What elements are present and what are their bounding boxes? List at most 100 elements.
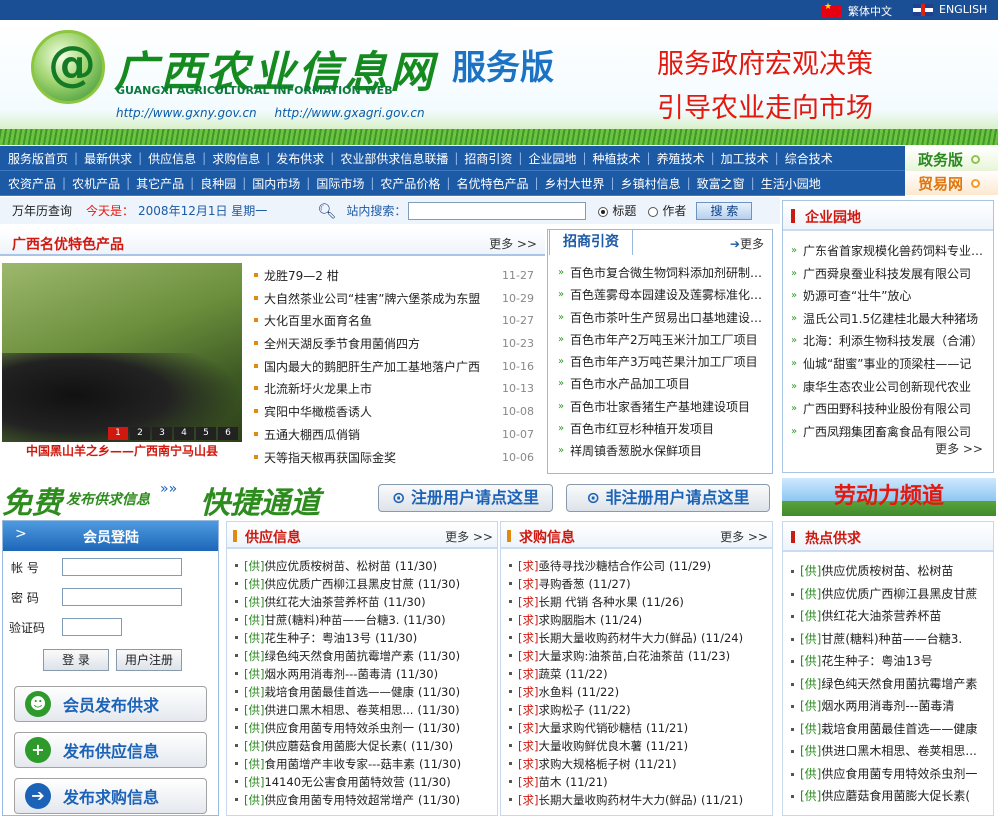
radio-author[interactable] <box>648 206 659 217</box>
investment-item[interactable]: » 百色市茶叶生产贸易出口基地建设项目 <box>558 307 766 329</box>
photo-page-button[interactable]: 1 <box>108 427 128 440</box>
site-logo-icon[interactable] <box>31 30 105 104</box>
nav-item[interactable]: 国内市场 <box>252 175 300 192</box>
investment-item[interactable]: » 百色市年产2万吨玉米汁加工厂项目 <box>558 329 766 351</box>
featured-item[interactable]: 大化百里水面育名鱼 10-27 <box>254 310 534 333</box>
supply-item[interactable]: [供]供应食用菌专用特效杀虫剂一 (11/30) <box>235 719 493 737</box>
register-button[interactable]: 用户注册 <box>116 649 182 671</box>
publish-supply-button[interactable]: + 发布供应信息 <box>14 732 207 768</box>
demand-item[interactable]: [求]长期大量收购药材牛大力(鲜品) (11/21) <box>509 791 769 809</box>
supply-item[interactable]: [供]供应优质桉树苗、松树苗 (11/30) <box>235 557 493 575</box>
demand-item[interactable]: [求]蔬菜 (11/22) <box>509 665 769 683</box>
investment-item[interactable]: » 百色市壮家香猪生产基地建设项目 <box>558 396 766 418</box>
nav-item[interactable]: 综合技术 <box>785 150 833 167</box>
hot-item[interactable]: [供]烟水两用消毒剂---菌毒清 <box>791 695 989 718</box>
featured-photo[interactable]: 123456 <box>2 263 242 459</box>
unregistered-user-button[interactable]: ⊙ 非注册用户请点这里 <box>566 484 770 512</box>
demand-item[interactable]: [求]苗木 (11/21) <box>509 773 769 791</box>
demand-item[interactable]: [求]亟待寻找沙糖桔合作公司 (11/29) <box>509 557 769 575</box>
nav-item[interactable]: 乡镇村信息 <box>621 175 681 192</box>
supply-item[interactable]: [供]14140无公害食用菌特效营 (11/30) <box>235 773 493 791</box>
hot-item[interactable]: [供]供应食用菌专用特效杀虫剂一 <box>791 763 989 786</box>
registered-user-button[interactable]: ⊙ 注册用户请点这里 <box>378 484 553 512</box>
nav-item[interactable]: 招商引资 <box>464 150 512 167</box>
gov-edition-link[interactable]: 政务版 <box>905 147 998 171</box>
photo-page-button[interactable]: 4 <box>174 427 194 440</box>
enterprise-item[interactable]: » 温氏公司1.5亿建桂北最大种猪场 <box>791 308 988 331</box>
supply-item[interactable]: [供]供进口黑木相思、卷荚相思... (11/30) <box>235 701 493 719</box>
featured-item[interactable]: 国内最大的鹅肥肝生产加工基地落户广西 10-16 <box>254 356 534 379</box>
hot-item[interactable]: [供]供应优质桉树苗、松树苗 <box>791 560 989 583</box>
nav-item[interactable]: 致富之窗 <box>697 175 745 192</box>
nav-item[interactable]: 求购信息 <box>212 150 260 167</box>
featured-item[interactable]: 天等指天椒再获国际金奖 10-06 <box>254 447 534 470</box>
nav-item[interactable]: 农业部供求信息联播 <box>340 150 448 167</box>
brand-url-1[interactable]: http://www.gxny.gov.cn <box>116 106 257 120</box>
labor-channel-banner[interactable]: 劳动力频道 <box>782 478 996 516</box>
nav-item[interactable]: 良种园 <box>200 175 236 192</box>
supply-item[interactable]: [供]甘蔗(糖料)种苗——台糖3. (11/30) <box>235 611 493 629</box>
demand-item[interactable]: [求]大量收购鲜优良木薯 (11/21) <box>509 737 769 755</box>
tab-investment[interactable]: 招商引资 <box>549 229 633 255</box>
supply-item[interactable]: [供]栽培食用菌最佳首选——健康 (11/30) <box>235 683 493 701</box>
photo-page-button[interactable]: 2 <box>130 427 150 440</box>
lang-traditional-link[interactable]: 繁体中文 <box>822 2 892 19</box>
enterprise-more-link[interactable]: 更多 >> <box>935 440 983 457</box>
free-channel-banner[interactable]: 免费 发布供求信息 »» 快捷通道 <box>0 478 375 521</box>
featured-item[interactable]: 五通大棚西瓜俏销 10-07 <box>254 424 534 447</box>
trade-network-link[interactable]: 贸易网 <box>905 171 998 195</box>
demand-item[interactable]: [求]求购松子 (11/22) <box>509 701 769 719</box>
nav-item[interactable]: 企业园地 <box>528 150 576 167</box>
supply-item[interactable]: [供]花生种子：粤油13号 (11/30) <box>235 629 493 647</box>
photo-page-button[interactable]: 3 <box>152 427 172 440</box>
hot-item[interactable]: [供]绿色纯天然食用菌抗霉增产素 <box>791 673 989 696</box>
supply-item[interactable]: [供]烟水两用消毒剂---菌毒清 (11/30) <box>235 665 493 683</box>
featured-item[interactable]: 大自然茶业公司“桂害”牌六堡茶成为东盟 10-29 <box>254 288 534 311</box>
demand-item[interactable]: [求]水鱼料 (11/22) <box>509 683 769 701</box>
hot-item[interactable]: [供]供进口黑木相思、卷荚相思... <box>791 740 989 763</box>
nav-item[interactable]: 加工技术 <box>721 150 769 167</box>
captcha-input[interactable] <box>62 618 122 636</box>
nav-item[interactable]: 名优特色产品 <box>456 175 528 192</box>
hot-item[interactable]: [供]供应蘑菇食用菌膨大促长素( <box>791 785 989 808</box>
featured-item[interactable]: 龙胜79—2 柑 11-27 <box>254 265 534 288</box>
supply-item[interactable]: [供]食用菌增产丰收专家---菇丰素 (11/30) <box>235 755 493 773</box>
demand-item[interactable]: [求]大量求购代销砂糖桔 (11/21) <box>509 719 769 737</box>
member-publish-button[interactable]: ☻ 会员发布供求 <box>14 686 207 722</box>
enterprise-item[interactable]: » 仙城“甜蜜”事业的顶梁柱——记 <box>791 353 988 376</box>
supply-item[interactable]: [供]绿色纯天然食用菌抗霉增产素 (11/30) <box>235 647 493 665</box>
supply-item[interactable]: [供]供红花大油茶营养杯苗 (11/30) <box>235 593 493 611</box>
lang-english-link[interactable]: ENGLISH <box>913 3 987 16</box>
demand-item[interactable]: [求]长期 代销 各种水果 (11/26) <box>509 593 769 611</box>
hot-item[interactable]: [供]供红花大油茶营养杯苗 <box>791 605 989 628</box>
nav-item[interactable]: 服务版首页 <box>8 150 68 167</box>
enterprise-item[interactable]: » 康华生态农业公司创新现代农业 <box>791 376 988 399</box>
demand-item[interactable]: [求]寻购香葱 (11/27) <box>509 575 769 593</box>
publish-demand-button[interactable]: ➔ 发布求购信息 <box>14 778 207 814</box>
photo-page-button[interactable]: 5 <box>196 427 216 440</box>
enterprise-item[interactable]: » 北海：利添生物科技发展（合浦） <box>791 330 988 353</box>
demand-item[interactable]: [求]长期大量收购药材牛大力(鲜品) (11/24) <box>509 629 769 647</box>
demand-item[interactable]: [求]求购大规格栀子树 (11/21) <box>509 755 769 773</box>
username-input[interactable] <box>62 558 182 576</box>
nav-item[interactable]: 种植技术 <box>593 150 641 167</box>
investment-item[interactable]: » 百色市水产品加工项目 <box>558 373 766 395</box>
nav-item[interactable]: 农机产品 <box>72 175 120 192</box>
enterprise-item[interactable]: » 广东省首家规模化兽药饲料专业市场 <box>791 240 988 263</box>
search-button[interactable]: 搜 索 <box>696 201 753 220</box>
nav-item[interactable]: 国际市场 <box>316 175 364 192</box>
demand-item[interactable]: [求]求购胭脂木 (11/24) <box>509 611 769 629</box>
nav-item[interactable]: 农资产品 <box>8 175 56 192</box>
hot-item[interactable]: [供]供应优质广西柳江县黑皮甘蔗 <box>791 583 989 606</box>
login-button[interactable]: 登 录 <box>43 649 109 671</box>
hot-item[interactable]: [供]栽培食用菌最佳首选——健康 <box>791 718 989 741</box>
featured-more-link[interactable]: 更多 >> <box>489 235 537 252</box>
photo-page-button[interactable]: 6 <box>218 427 238 440</box>
supply-more-link[interactable]: 更多 >> <box>445 528 493 545</box>
radio-title[interactable] <box>598 206 609 217</box>
hot-item[interactable]: [供]花生种子：粤油13号 <box>791 650 989 673</box>
supply-item[interactable]: [供]供应蘑菇食用菌膨大促长素((11/30) <box>235 737 493 755</box>
nav-item[interactable]: 乡村大世界 <box>545 175 605 192</box>
hot-item[interactable]: [供]甘蔗(糖料)种苗——台糖3. <box>791 628 989 651</box>
investment-item[interactable]: » 祥周镇香葱脱水保鲜项目 <box>558 440 766 462</box>
